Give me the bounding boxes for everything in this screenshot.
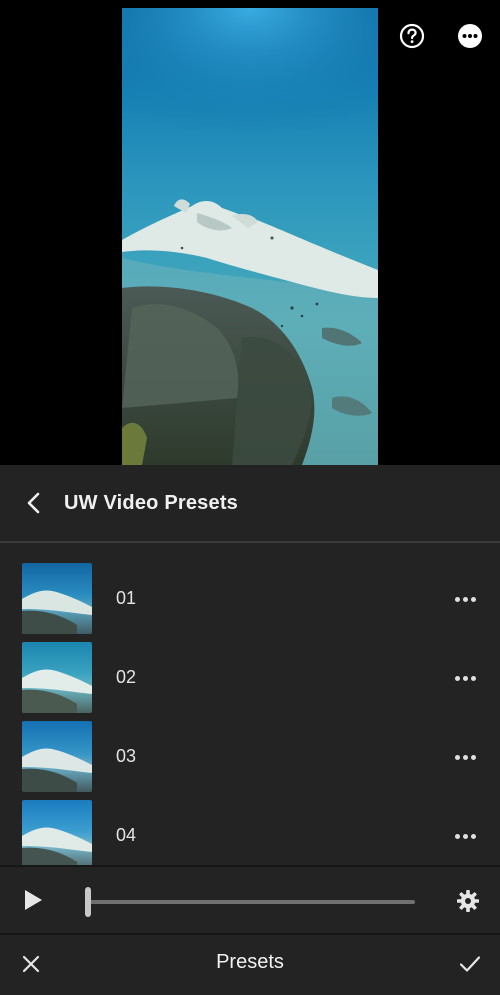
preset-item[interactable]: 02 bbox=[0, 642, 500, 721]
preset-name: 02 bbox=[116, 667, 137, 687]
checkmark-icon bbox=[459, 956, 481, 972]
preset-name: 04 bbox=[116, 825, 137, 845]
bottom-bar: Presets bbox=[0, 933, 500, 995]
preset-more-button[interactable] bbox=[452, 824, 478, 848]
play-icon bbox=[25, 890, 42, 910]
preset-thumbnail bbox=[22, 721, 92, 792]
gear-icon bbox=[457, 890, 479, 912]
settings-button[interactable] bbox=[455, 888, 481, 914]
playback-bar bbox=[0, 865, 500, 933]
more-horizontal-icon bbox=[454, 675, 476, 681]
preset-item[interactable]: 03 bbox=[0, 721, 500, 800]
chevron-left-icon bbox=[27, 492, 40, 514]
preset-name: 01 bbox=[116, 588, 137, 608]
scrubber-handle[interactable] bbox=[85, 887, 91, 917]
more-options-icon[interactable] bbox=[456, 22, 484, 50]
preset-thumbnail bbox=[22, 800, 92, 865]
presets-panel: UW Video Presets 01 02 03 04 Presets bbox=[0, 465, 500, 995]
panel-title: UW Video Presets bbox=[64, 491, 239, 514]
play-button[interactable] bbox=[20, 887, 46, 913]
video-preview-area bbox=[0, 0, 500, 465]
bottom-bar-title: Presets bbox=[216, 951, 284, 973]
confirm-button[interactable] bbox=[457, 951, 483, 977]
panel-header: UW Video Presets bbox=[0, 465, 500, 543]
preset-more-button[interactable] bbox=[452, 666, 478, 690]
preset-item[interactable]: 01 bbox=[0, 563, 500, 642]
more-horizontal-icon bbox=[454, 833, 476, 839]
more-horizontal-icon bbox=[454, 596, 476, 602]
preset-thumbnail bbox=[22, 642, 92, 713]
help-icon[interactable] bbox=[398, 22, 426, 50]
scrubber-track[interactable] bbox=[86, 900, 415, 904]
preset-name: 03 bbox=[116, 746, 137, 766]
more-horizontal-icon bbox=[454, 754, 476, 760]
back-button[interactable] bbox=[14, 483, 54, 523]
preset-item[interactable]: 04 bbox=[0, 800, 500, 865]
video-frame bbox=[122, 8, 378, 465]
preset-thumbnail bbox=[22, 563, 92, 634]
underwater-manta-image bbox=[122, 8, 378, 465]
preset-more-button[interactable] bbox=[452, 587, 478, 611]
preset-list[interactable]: 01 02 03 04 bbox=[0, 563, 500, 865]
preset-more-button[interactable] bbox=[452, 745, 478, 769]
